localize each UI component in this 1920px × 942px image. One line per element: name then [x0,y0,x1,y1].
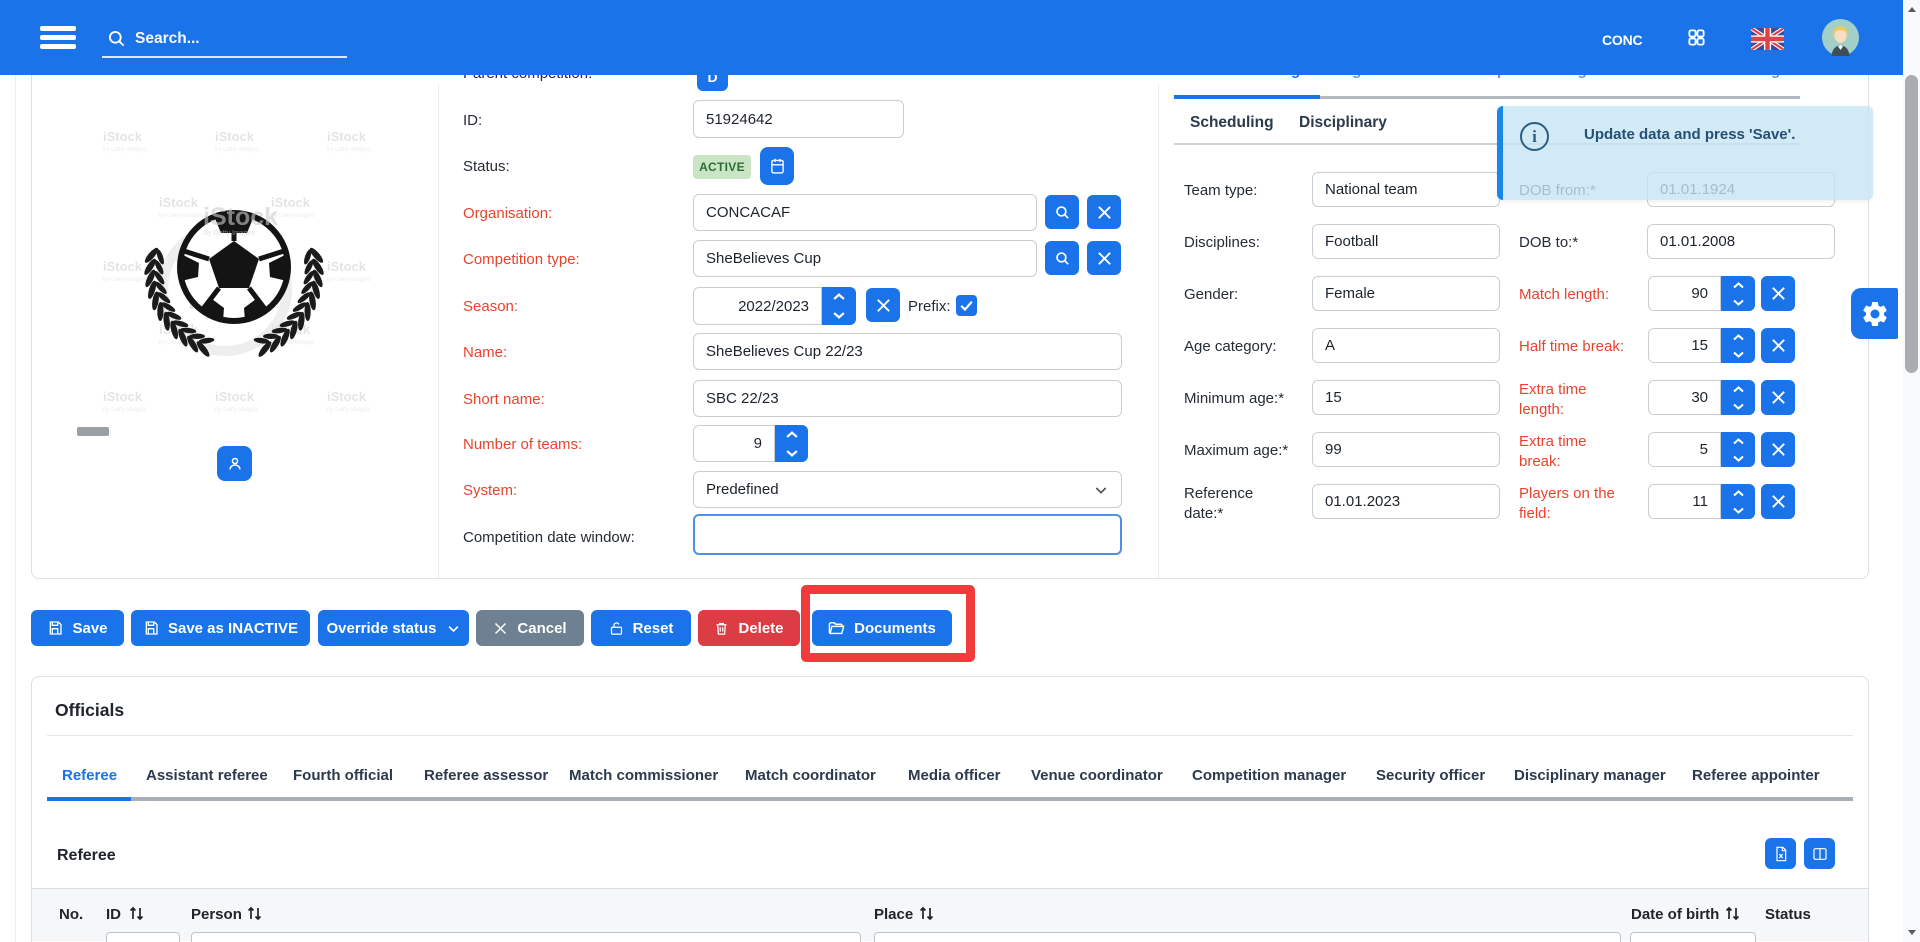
svg-text:by Getty Images: by Getty Images [215,407,259,413]
svg-text:iStock: iStock [103,389,143,404]
svg-text:iStock: iStock [215,389,255,404]
svg-text:by Getty Images: by Getty Images [327,277,371,283]
svg-text:by Getty Images: by Getty Images [204,230,255,237]
svg-text:iStock: iStock [327,389,367,404]
svg-text:iStock: iStock [215,129,255,144]
svg-text:by Getty Images: by Getty Images [103,147,147,153]
svg-text:iStock: iStock [327,129,367,144]
svg-text:by Getty Images: by Getty Images [327,407,371,413]
svg-text:by Getty Images: by Getty Images [327,147,371,153]
svg-text:iStock: iStock [203,203,278,231]
svg-text:by Getty Images: by Getty Images [159,213,203,219]
svg-text:by Getty Images: by Getty Images [103,407,147,413]
svg-text:iStock: iStock [103,259,143,274]
svg-text:by Getty Images: by Getty Images [215,147,259,153]
svg-text:iStock: iStock [159,195,199,210]
svg-text:iStock: iStock [327,259,367,274]
svg-text:by Getty Images: by Getty Images [103,277,147,283]
svg-text:iStock: iStock [103,129,143,144]
